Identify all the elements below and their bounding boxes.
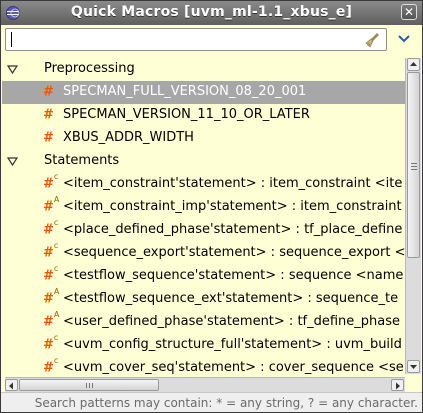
macro-label: <testflow_sequence'statement> : sequence… <box>63 268 404 283</box>
macro-kind-badge: c <box>53 218 59 227</box>
macro-kind-badge: c <box>53 356 59 365</box>
scroll-left-button[interactable] <box>5 379 18 391</box>
macro-list-item[interactable]: #A <user_defined_phase'statement> : tf_de… <box>2 310 405 334</box>
macro-hash-icon: #c <box>43 264 59 284</box>
vertical-scroll-thumb[interactable] <box>407 72 420 258</box>
macro-label: <uvm_cover_seq'statement> : cover_sequen… <box>63 360 404 375</box>
expand-triangle-icon[interactable] <box>7 64 18 75</box>
macro-label: <item_constraint_imp'statement> : item_c… <box>63 199 402 214</box>
tree-group-row[interactable]: Statements <box>2 150 405 173</box>
macro-kind-badge: A <box>53 310 60 319</box>
macro-hash-icon: #c <box>43 356 59 376</box>
macro-list-item[interactable]: # SPECMAN_VERSION_11_10_OR_LATER <box>2 104 405 127</box>
macro-list-item[interactable]: #c <item_constraint'statement> : item_con… <box>2 172 405 196</box>
macro-kind-badge: c <box>53 333 59 342</box>
close-button[interactable]: ✕ <box>401 4 417 20</box>
tree-group-label: Statements <box>44 153 120 168</box>
macro-list-item[interactable]: #c <testflow_sequence'statement> : sequen… <box>2 264 405 288</box>
status-bar: Search patterns may contain: * = any str… <box>1 392 422 412</box>
macro-kind-badge: A <box>53 287 60 296</box>
macro-label: <testflow_sequence_ext'statement> : sequ… <box>63 291 399 306</box>
macro-list-item[interactable]: #A <testflow_sequence_ext'statement> : se… <box>2 287 405 311</box>
arrow-right-icon <box>396 382 400 390</box>
macro-hash-icon: #A <box>43 287 60 307</box>
scroll-down-button[interactable] <box>407 360 420 373</box>
macro-label: SPECMAN_FULL_VERSION_08_20_001 <box>63 84 307 99</box>
macro-list-item[interactable]: #c <place_defined_phase'statement> : tf_p… <box>2 218 405 242</box>
window-title: Quick Macros [uvm_ml-1.1_xbus_e] <box>70 4 353 20</box>
expand-triangle-icon[interactable] <box>7 156 18 167</box>
macro-label: <sequence_export'statement> : sequence_e… <box>63 245 405 260</box>
macro-list-item[interactable]: #c <sequence_export'statement> : sequence… <box>2 241 405 265</box>
macro-kind-badge: A <box>53 195 60 204</box>
macro-hash-icon: #c <box>43 172 59 192</box>
macro-kind-badge: c <box>53 172 59 181</box>
arrow-up-icon <box>410 62 417 66</box>
macro-label: XBUS_ADDR_WIDTH <box>63 130 194 145</box>
quick-macros-window: Quick Macros [uvm_ml-1.1_xbus_e] ✕ Prepr… <box>0 0 423 413</box>
macro-hash-icon: # <box>43 84 54 100</box>
tree-group-row[interactable]: Preprocessing <box>2 58 405 81</box>
macro-hash-icon: # <box>43 130 54 146</box>
title-bar[interactable]: Quick Macros [uvm_ml-1.1_xbus_e] ✕ <box>1 1 422 25</box>
macro-label: <user_defined_phase'statement> : tf_defi… <box>63 314 401 329</box>
search-field-container[interactable] <box>5 28 387 51</box>
macro-hash-icon: #c <box>43 218 59 238</box>
macro-hash-icon: #c <box>43 241 59 261</box>
macro-kind-badge: c <box>53 264 59 273</box>
clear-broom-icon[interactable] <box>364 31 382 49</box>
macro-tree[interactable]: Preprocessing # SPECMAN_FULL_VERSION_08_20… <box>2 58 405 376</box>
view-menu-chevron-icon[interactable] <box>398 34 410 44</box>
macro-list-item[interactable]: #c <uvm_config_structure_full'statement> … <box>2 333 405 357</box>
macro-hash-icon: # <box>43 107 54 123</box>
horizontal-scroll-thumb[interactable] <box>19 379 159 391</box>
macro-label: <uvm_config_structure_full'statement> : … <box>63 337 402 352</box>
search-row <box>1 25 422 57</box>
macro-label: SPECMAN_VERSION_11_10_OR_LATER <box>63 107 310 122</box>
arrow-down-icon <box>410 365 417 369</box>
macro-list-item[interactable]: # SPECMAN_FULL_VERSION_08_20_001 <box>2 81 405 104</box>
arrow-left-icon <box>9 382 13 390</box>
macro-kind-badge: c <box>53 241 59 250</box>
status-hint-text: Search patterns may contain: * = any str… <box>34 396 418 410</box>
macro-list-item[interactable]: # XBUS_ADDR_WIDTH <box>2 127 405 150</box>
macro-label: <place_defined_phase'statement> : tf_pla… <box>63 222 403 237</box>
scroll-up-button[interactable] <box>407 58 420 71</box>
horizontal-scrollbar[interactable] <box>5 377 405 392</box>
vertical-scrollbar[interactable] <box>405 58 421 374</box>
tree-group-label: Preprocessing <box>44 61 135 76</box>
macro-label: <item_constraint'statement> : item_const… <box>63 176 403 191</box>
macro-hash-icon: #c <box>43 333 59 353</box>
macro-hash-icon: #A <box>43 310 60 330</box>
scroll-right-button[interactable] <box>391 379 404 391</box>
search-input[interactable] <box>9 31 359 48</box>
macro-list-item[interactable]: #A <item_constraint_imp'statement> : item… <box>2 195 405 219</box>
macro-list-item[interactable]: #c <uvm_cover_seq'statement> : cover_sequ… <box>2 356 405 376</box>
macro-hash-icon: #A <box>43 195 60 215</box>
